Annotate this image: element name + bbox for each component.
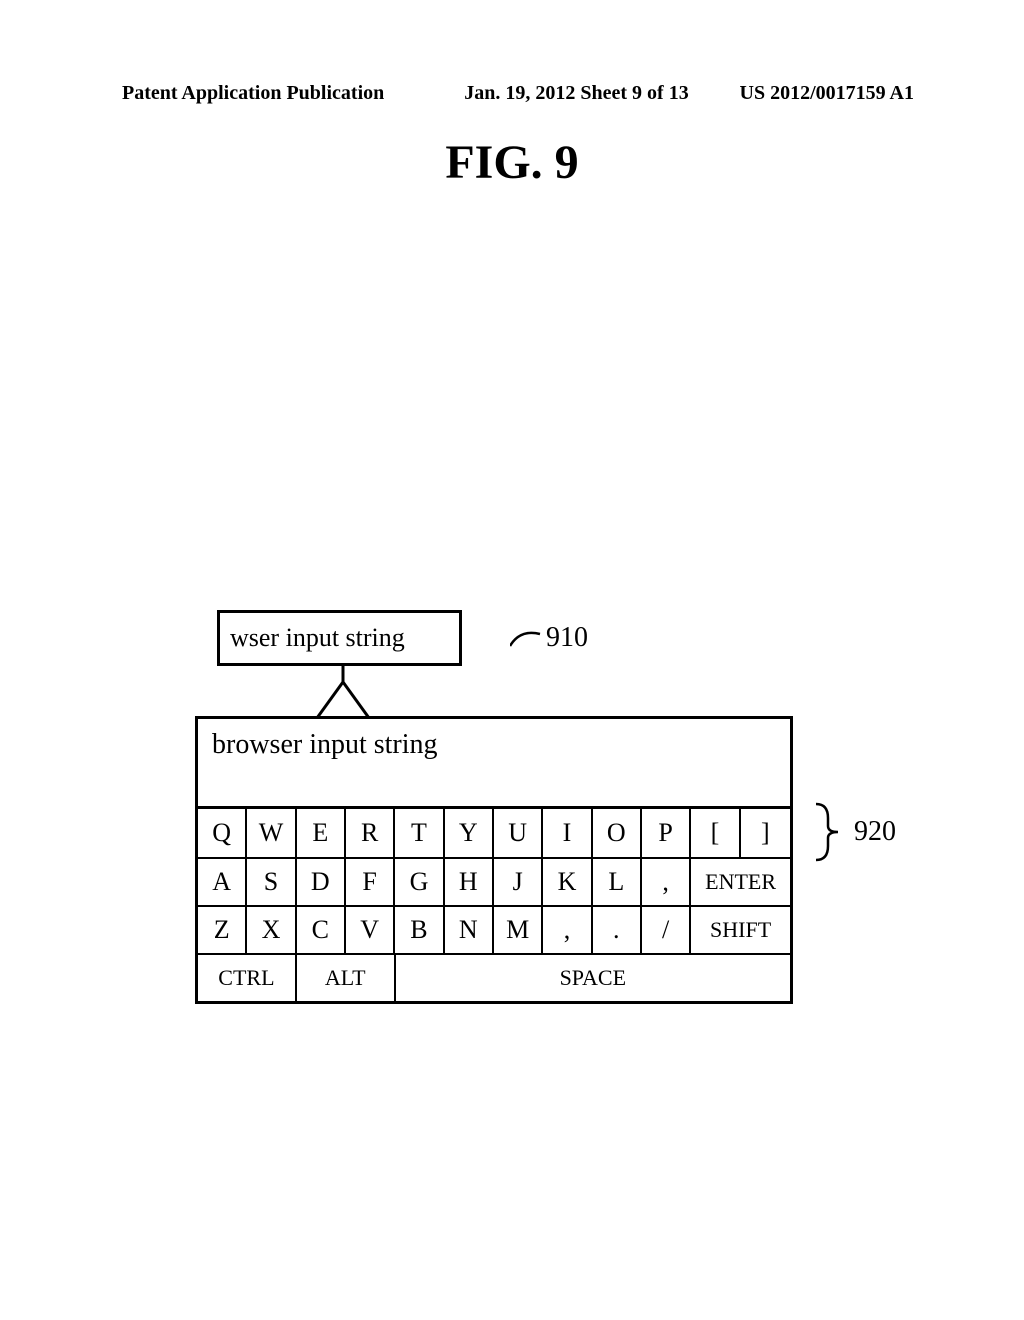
reference-920-label: 920 (854, 816, 896, 848)
keyboard-input-text: browser input string (212, 729, 438, 760)
reference-910: 910 (510, 622, 588, 654)
key-a[interactable]: A (198, 859, 247, 905)
autocomplete-popup: wser input string (217, 610, 462, 666)
keyboard-row-2: A S D F G H J K L , ENTER (198, 857, 790, 905)
popup-text: wser input string (230, 623, 405, 653)
page-header: Patent Application Publication Jan. 19, … (122, 82, 914, 105)
reference-920: 920 (810, 802, 896, 862)
key-s[interactable]: S (247, 859, 296, 905)
key-l[interactable]: L (593, 859, 642, 905)
key-j[interactable]: J (494, 859, 543, 905)
key-bracket-open[interactable]: [ (691, 809, 740, 857)
reference-910-label: 910 (546, 622, 588, 654)
key-c[interactable]: C (297, 907, 346, 953)
key-m[interactable]: M (494, 907, 543, 953)
brace-icon (810, 802, 848, 862)
key-z[interactable]: Z (198, 907, 247, 953)
key-period[interactable]: . (593, 907, 642, 953)
key-b[interactable]: B (395, 907, 444, 953)
key-u[interactable]: U (494, 809, 543, 857)
key-alt[interactable]: ALT (297, 955, 396, 1001)
key-r[interactable]: R (346, 809, 395, 857)
key-e[interactable]: E (297, 809, 346, 857)
key-comma2[interactable]: , (543, 907, 592, 953)
keyboard-input-field[interactable]: browser input string (198, 719, 790, 809)
lead-line-icon (510, 624, 546, 652)
header-publication: Patent Application Publication (122, 82, 384, 105)
header-pub-number: US 2012/0017159 A1 (740, 82, 914, 105)
key-k[interactable]: K (543, 859, 592, 905)
key-q[interactable]: Q (198, 809, 247, 857)
key-slash[interactable]: / (642, 907, 691, 953)
key-i[interactable]: I (543, 809, 592, 857)
keyboard-row-4: CTRL ALT SPACE (198, 953, 790, 1001)
key-bracket-close[interactable]: ] (741, 809, 790, 857)
key-d[interactable]: D (297, 859, 346, 905)
onscreen-keyboard: browser input string Q W E R T Y U I O P… (195, 716, 793, 1004)
key-n[interactable]: N (445, 907, 494, 953)
header-date-sheet: Jan. 19, 2012 Sheet 9 of 13 (464, 82, 688, 105)
keyboard-row-3: Z X C V B N M , . / SHIFT (198, 905, 790, 953)
key-w[interactable]: W (247, 809, 296, 857)
key-shift[interactable]: SHIFT (691, 907, 790, 953)
key-x[interactable]: X (247, 907, 296, 953)
figure-title: FIG. 9 (0, 135, 1024, 190)
key-h[interactable]: H (445, 859, 494, 905)
keyboard-row-1: Q W E R T Y U I O P [ ] (198, 809, 790, 857)
callout-stem-icon (313, 666, 373, 720)
key-g[interactable]: G (395, 859, 444, 905)
key-y[interactable]: Y (445, 809, 494, 857)
key-t[interactable]: T (395, 809, 444, 857)
key-enter[interactable]: ENTER (691, 859, 790, 905)
key-o[interactable]: O (593, 809, 642, 857)
key-v[interactable]: V (346, 907, 395, 953)
key-f[interactable]: F (346, 859, 395, 905)
key-space[interactable]: SPACE (396, 955, 790, 1001)
key-comma[interactable]: , (642, 859, 691, 905)
key-ctrl[interactable]: CTRL (198, 955, 297, 1001)
key-p[interactable]: P (642, 809, 691, 857)
